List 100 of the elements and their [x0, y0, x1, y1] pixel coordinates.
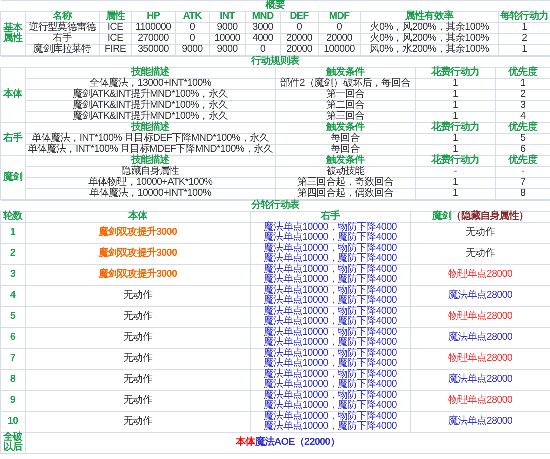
action-text: 魔法单点10000，魔防下降4000: [263, 401, 398, 411]
action-text: 魔法单点10000，魔防下降4000: [263, 254, 398, 264]
table-cell: 魔法单点28000: [410, 412, 550, 432]
table-cell: 无动作: [26, 348, 250, 370]
table-cell: 第三回合起，奇数回合: [276, 178, 416, 188]
action-text: 魔法单点10000，物防下降4000: [263, 223, 398, 233]
table-cell: 1: [416, 78, 496, 90]
column-note: （隐藏自身属性）: [452, 211, 529, 222]
round-number: 3: [0, 264, 26, 286]
final-action-text: 本体: [236, 437, 256, 448]
round-number: 7: [0, 348, 26, 370]
table-cell: 每回合: [276, 144, 416, 156]
action-text: 魔法单点10000，物防下降4000: [263, 328, 398, 338]
row-label: 右手: [0, 122, 26, 156]
round-number: 6: [0, 328, 26, 348]
action-text: 魔法单点10000，魔防下降4000: [263, 296, 398, 306]
table-cell: 无动作: [410, 222, 550, 244]
table-cell: 单体魔法，INT*100% 且目标DEF下降MND*100%，永久: [26, 134, 276, 144]
column-header: 花费行动力: [416, 156, 496, 166]
column-header: 本体: [26, 212, 250, 222]
table-cell: 魔法单点28000: [410, 286, 550, 306]
table-cell: 物理单点28000: [410, 348, 550, 370]
table-cell: 无动作: [26, 370, 250, 390]
column-header: 优先度: [496, 122, 550, 134]
table-cell: 逆行型莫德雷德: [26, 22, 100, 34]
column-header: 技能描述: [26, 122, 276, 134]
column-header: 花费行动力: [416, 68, 496, 78]
column-header: 优先度: [496, 156, 550, 166]
column-header: 技能描述: [26, 156, 276, 166]
action-text: 魔法单点10000，物防下降4000: [263, 244, 398, 254]
section-title: 分轮行动表: [0, 200, 550, 212]
column-header: 每轮行动力: [498, 12, 550, 22]
round-number: 9: [0, 390, 26, 412]
table-cell: 第三回合: [276, 112, 416, 122]
table-cell: 火0%，风200%，其余100%: [360, 34, 498, 44]
action-text: 魔法单点10000，物防下降4000: [263, 412, 398, 422]
final-action-text: 魔法AOE（22000）: [255, 437, 340, 448]
table-cell: 1: [416, 188, 496, 200]
column-header: 技能描述: [26, 68, 276, 78]
row-label: 魔剑: [0, 156, 26, 200]
column-header: 触发条件: [276, 68, 416, 78]
row-label: 基本属性: [0, 12, 26, 56]
column-header: 属性: [100, 12, 132, 22]
table-cell: 魔剑ATK&INT提升MND*100%，永久: [26, 100, 276, 112]
row-label: 本体: [0, 68, 26, 122]
table-cell: 无动作: [26, 412, 250, 432]
table-cell: 无动作: [26, 328, 250, 348]
table-cell: 风0%，水200%，其余100%: [360, 44, 498, 56]
action-text: 魔法单点10000，物防下降4000: [263, 286, 398, 296]
table-cell: 1: [416, 134, 496, 144]
action-text: 魔法单点10000，物防下降4000: [263, 349, 398, 359]
table-cell: 1: [416, 100, 496, 112]
table-cell: 无动作: [410, 244, 550, 264]
action-text: 魔法单点10000，魔防下降4000: [263, 338, 398, 348]
round-number: 2: [0, 244, 26, 264]
table-cell: 魔剑双攻提升3000: [26, 222, 250, 244]
table-cell: 无动作: [26, 286, 250, 306]
column-header: 右手: [250, 212, 410, 222]
table-cell: 每回合: [276, 134, 416, 144]
table-cell: 魔剑双攻提升3000: [26, 264, 250, 286]
round-number: 5: [0, 306, 26, 328]
table-cell: 单体物理，10000+ATK*100%: [26, 178, 276, 188]
table-cell: 火0%，风200%，其余100%: [360, 22, 498, 34]
table-cell: 第四回合起，偶数回合: [276, 188, 416, 200]
section-title: 概要: [0, 0, 550, 12]
table-cell: 物理单点28000: [410, 390, 550, 412]
column-header: 触发条件: [276, 156, 416, 166]
action-text: 魔法单点10000，魔防下降4000: [263, 275, 398, 285]
table-cell: 1: [416, 144, 496, 156]
table-cell: 部件2（魔剑）破坏后，每回合: [276, 78, 416, 90]
table-cell: 右手: [26, 34, 100, 44]
table-cell: 魔剑双攻提升3000: [26, 244, 250, 264]
table-cell: 魔剑库拉莱特: [26, 44, 100, 56]
table-cell: 单体魔法，INT*100% 且目标MDEF下降MND*100%，永久: [26, 144, 276, 156]
table-cell: 单体魔法，10000+INT*100%: [26, 188, 276, 200]
table-cell: 物理单点28000: [410, 306, 550, 328]
table-cell: 全体魔法，13000+INT*100%: [26, 78, 276, 90]
table-cell: -: [416, 166, 496, 178]
row-label: 全破以后: [0, 432, 26, 454]
column-header: 魔剑: [432, 211, 452, 222]
round-number: 1: [0, 222, 26, 244]
action-text: 魔法单点10000，魔防下降4000: [263, 233, 398, 243]
column-header: 名称: [26, 12, 100, 22]
table-cell: 物理单点28000: [410, 264, 550, 286]
action-text: 魔法单点10000，物防下降4000: [263, 307, 398, 317]
table-cell: 无动作: [26, 306, 250, 328]
column-header: 触发条件: [276, 122, 416, 134]
table-cell: 魔法单点28000: [410, 328, 550, 348]
table-cell: 魔法单点28000: [410, 370, 550, 390]
table-cell: 第二回合: [276, 100, 416, 112]
table-cell: 魔剑ATK&INT提升MND*100%，永久: [26, 90, 276, 100]
table-cell: 1: [416, 112, 496, 122]
table-cell: 1: [416, 90, 496, 100]
table-cell: 第一回合: [276, 90, 416, 100]
action-text: 魔法单点10000，魔防下降4000: [263, 317, 398, 327]
table-cell: 魔剑ATK&INT提升MND*100%，永久: [26, 112, 276, 122]
action-text: 魔法单点10000，物防下降4000: [263, 265, 398, 275]
section-title: 行动规则表: [0, 56, 550, 68]
column-header: 属性有效率: [360, 12, 498, 22]
round-number: 4: [0, 286, 26, 306]
